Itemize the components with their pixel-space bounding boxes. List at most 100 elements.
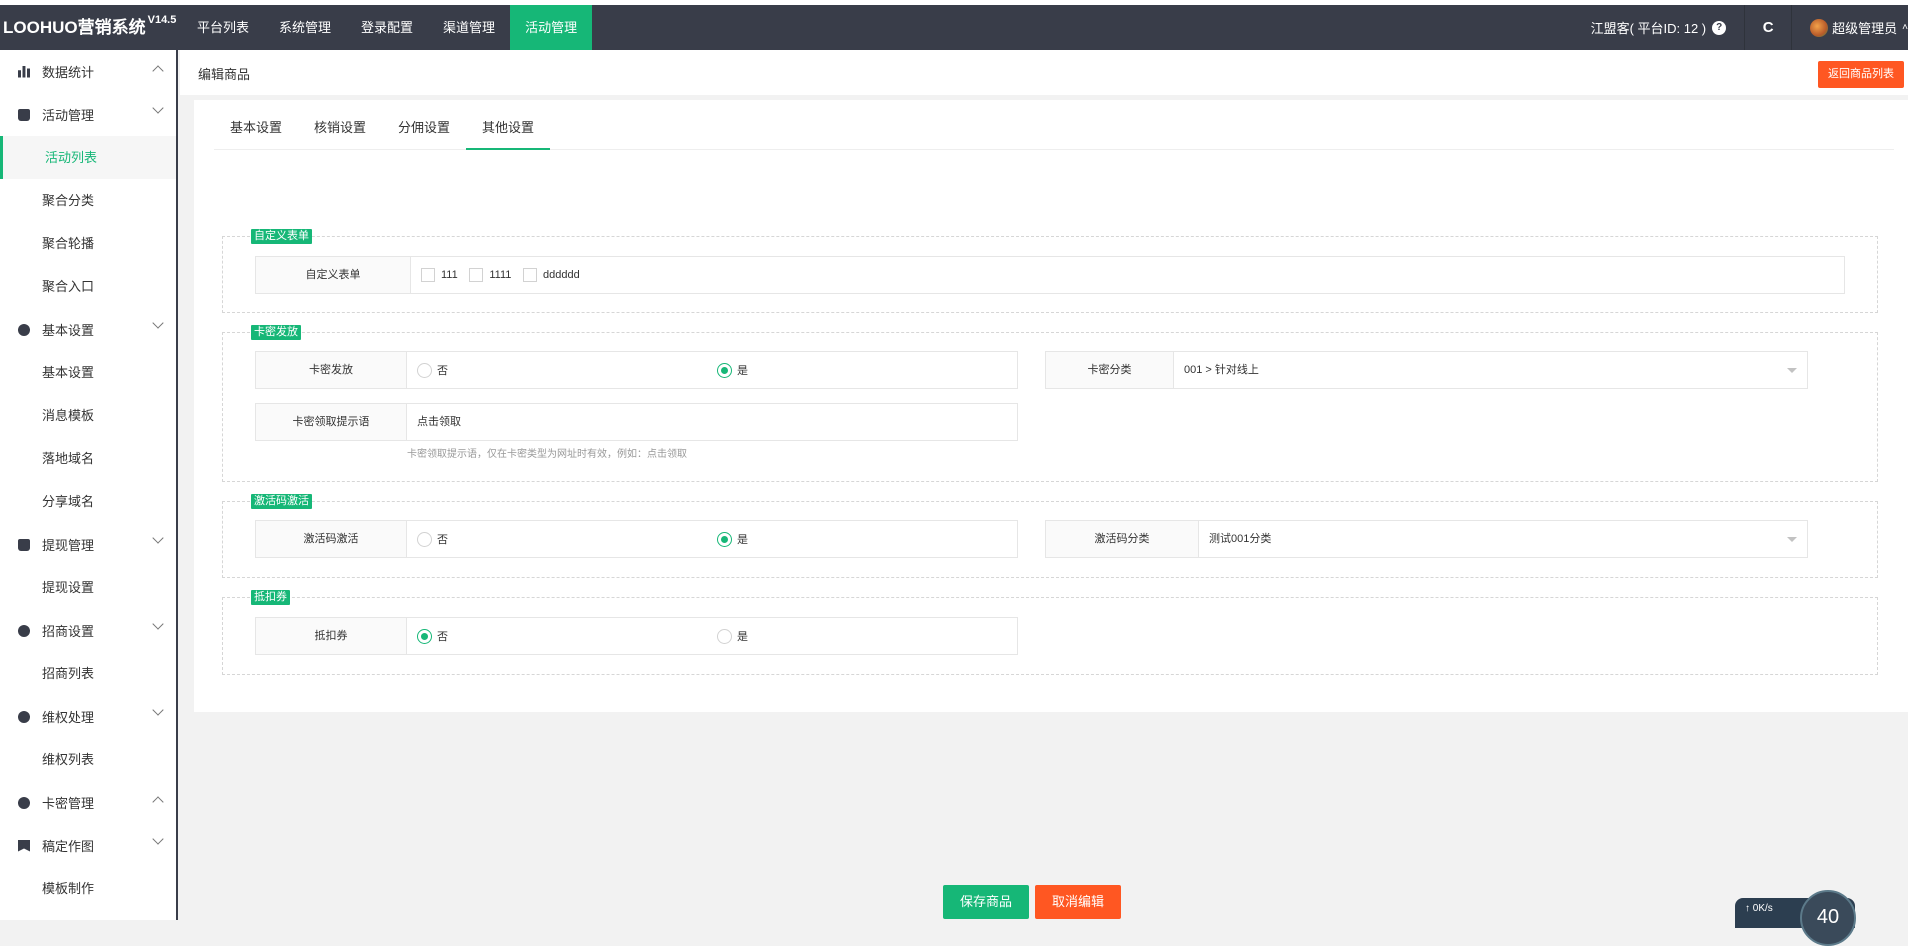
sidebar-group-design[interactable]: 稿定作图 xyxy=(0,824,176,867)
shield-icon xyxy=(18,710,30,723)
cancel-button[interactable]: 取消编辑 xyxy=(1035,885,1122,919)
sidebar-item-aggregate-carousel[interactable]: 聚合轮播 xyxy=(0,222,176,265)
custom-form-row: 自定义表单 111 1111 dddddd xyxy=(255,256,1845,294)
page-header: 编辑商品 返回商品列表 xyxy=(180,50,1908,95)
bookmark-icon xyxy=(18,839,30,852)
sidebar-group-label: 稿定作图 xyxy=(42,839,95,854)
user-name: 超级管理员 xyxy=(1832,21,1898,36)
chevron-up-icon xyxy=(152,65,164,77)
sidebar-item-aggregate-category[interactable]: 聚合分类 xyxy=(0,179,176,222)
sidebar-item-activity-list[interactable]: 活动列表 xyxy=(0,136,176,179)
select-value: 测试001分类 xyxy=(1209,533,1272,545)
question-circle-icon[interactable]: ? xyxy=(1712,20,1727,35)
top-nav-channel[interactable]: 渠道管理 xyxy=(428,5,510,50)
network-speed: ↑ 0K/s xyxy=(1745,903,1773,914)
app-logo: LOOHUO营销系统 V14.5 xyxy=(0,5,180,50)
checkbox-1111[interactable]: 1111 xyxy=(469,257,511,293)
sidebar-group-withdraw[interactable]: 提现管理 xyxy=(0,523,176,566)
page-title: 编辑商品 xyxy=(198,67,251,82)
field-label: 卡密领取提示语 xyxy=(256,404,407,440)
radio-label: 是 xyxy=(737,365,748,377)
edit-card: 基本设置 核销设置 分佣设置 其他设置 自定义表单 自定义表单 111 1111… xyxy=(194,100,1908,712)
sidebar-item-message-template[interactable]: 消息模板 xyxy=(0,394,176,437)
radio-label: 否 xyxy=(437,631,448,643)
radio-label: 是 xyxy=(737,534,748,546)
sidebar-item-basic-settings[interactable]: 基本设置 xyxy=(0,351,176,394)
sidebar-group-stats[interactable]: 数据统计 xyxy=(0,50,176,93)
activation-row: 激活码激活 否 是 xyxy=(255,520,1018,558)
chevron-down-icon xyxy=(152,532,164,544)
app-title: LOOHUO营销系统 xyxy=(3,18,146,37)
coupon-yes-radio[interactable]: 是 xyxy=(717,618,748,654)
radio-ring xyxy=(417,628,432,644)
top-nav-login-config[interactable]: 登录配置 xyxy=(346,5,428,50)
sidebar-group-merchant[interactable]: 招商设置 xyxy=(0,609,176,652)
sidebar-item-landing-domain[interactable]: 落地域名 xyxy=(0,437,176,480)
chevron-down-icon xyxy=(152,704,164,716)
sidebar-item-withdraw-settings[interactable]: 提现设置 xyxy=(0,566,176,609)
chevron-down-icon xyxy=(152,833,164,845)
card-icon xyxy=(18,796,30,809)
radio-group: 否 是 xyxy=(407,618,1017,654)
tab-verify-settings[interactable]: 核销设置 xyxy=(298,100,382,150)
radio-ring xyxy=(717,362,732,378)
custom-form-section: 自定义表单 自定义表单 111 1111 dddddd xyxy=(222,229,1878,313)
top-right: 江盟客( 平台ID: 12 ) ? C 超级管理员 ˄ xyxy=(1591,5,1908,50)
avatar xyxy=(1810,18,1829,37)
checkbox-dddddd[interactable]: dddddd xyxy=(523,257,580,293)
card-issue-no-radio[interactable]: 否 xyxy=(417,352,448,388)
activation-no-radio[interactable]: 否 xyxy=(417,521,448,557)
select-value: 001 > 针对线上 xyxy=(1184,364,1259,376)
card-issue-section: 卡密发放 卡密发放 否 是 卡密分类 001 > 针对线上 卡密领取提示语 点击… xyxy=(222,325,1878,482)
coupon-no-radio[interactable]: 否 xyxy=(417,618,448,654)
platform-label: 江盟客( 平台ID: 12 ) xyxy=(1590,21,1707,36)
top-header: LOOHUO营销系统 V14.5 平台列表 系统管理 登录配置 渠道管理 活动管理… xyxy=(0,0,1908,50)
sidebar-group-label: 招商设置 xyxy=(42,624,95,639)
sidebar-group-basic-settings[interactable]: 基本设置 xyxy=(0,308,176,351)
sidebar-group-label: 数据统计 xyxy=(42,65,95,80)
refresh-icon[interactable]: C xyxy=(1745,19,1791,36)
top-nav-system[interactable]: 系统管理 xyxy=(264,5,346,50)
sidebar-group-activity[interactable]: 活动管理 xyxy=(0,93,176,136)
sidebar-group-card[interactable]: 卡密管理 xyxy=(0,781,176,824)
bar-chart-icon xyxy=(18,65,30,78)
tab-basic-settings[interactable]: 基本设置 xyxy=(214,100,298,150)
sidebar-group-label: 提现管理 xyxy=(42,538,95,553)
chevron-down-icon xyxy=(152,317,164,329)
sidebar-group-label: 卡密管理 xyxy=(42,796,95,811)
card-prompt-input[interactable]: 点击领取 xyxy=(407,404,1017,440)
tab-commission-settings[interactable]: 分佣设置 xyxy=(382,100,466,150)
section-legend: 激活码激活 xyxy=(251,494,312,509)
top-nav: 平台列表 系统管理 登录配置 渠道管理 活动管理 xyxy=(182,5,593,50)
sidebar-item-aggregate-entry[interactable]: 聚合入口 xyxy=(0,265,176,308)
top-nav-activity[interactable]: 活动管理 xyxy=(510,5,593,50)
sidebar-item-share-domain[interactable]: 分享域名 xyxy=(0,480,176,523)
tab-bar: 基本设置 核销设置 分佣设置 其他设置 xyxy=(214,100,1894,150)
checkbox-label: 111 xyxy=(441,269,458,281)
field-label: 自定义表单 xyxy=(256,257,411,293)
back-to-list-button[interactable]: 返回商品列表 xyxy=(1818,61,1904,88)
sidebar-group-rights[interactable]: 维权处理 xyxy=(0,695,176,738)
radio-ring xyxy=(717,531,732,547)
chevron-up-icon: ˄ xyxy=(1902,22,1908,33)
field-label: 激活码分类 xyxy=(1046,521,1199,557)
tab-other-settings[interactable]: 其他设置 xyxy=(466,100,551,150)
activation-category-select[interactable]: 测试001分类 xyxy=(1199,521,1807,557)
card-prompt-row: 卡密领取提示语 点击领取 xyxy=(255,403,1018,441)
sidebar-item-template-make[interactable]: 模板制作 xyxy=(0,867,176,910)
section-legend: 卡密发放 xyxy=(251,325,301,340)
checkbox-111[interactable]: 111 xyxy=(421,257,458,293)
sidebar-item-rights-list[interactable]: 维权列表 xyxy=(0,738,176,781)
sidebar-item-merchant-list[interactable]: 招商列表 xyxy=(0,652,176,695)
card-issue-yes-radio[interactable]: 是 xyxy=(717,352,748,388)
chevron-down-icon xyxy=(152,102,164,114)
card-category-select[interactable]: 001 > 针对线上 xyxy=(1174,352,1807,388)
field-hint: 卡密领取提示语，仅在卡密类型为网址时有效，例如：点击领取 xyxy=(407,449,687,460)
activation-yes-radio[interactable]: 是 xyxy=(717,521,748,557)
checkbox-group: 111 1111 dddddd xyxy=(411,257,1844,293)
save-button[interactable]: 保存商品 xyxy=(943,885,1030,919)
caret-down-icon xyxy=(1787,537,1797,542)
coupon-section: 抵扣券 抵扣券 否 是 xyxy=(222,590,1878,675)
user-menu[interactable]: 超级管理员 ˄ xyxy=(1792,18,1908,37)
top-nav-platform-list[interactable]: 平台列表 xyxy=(182,5,264,50)
